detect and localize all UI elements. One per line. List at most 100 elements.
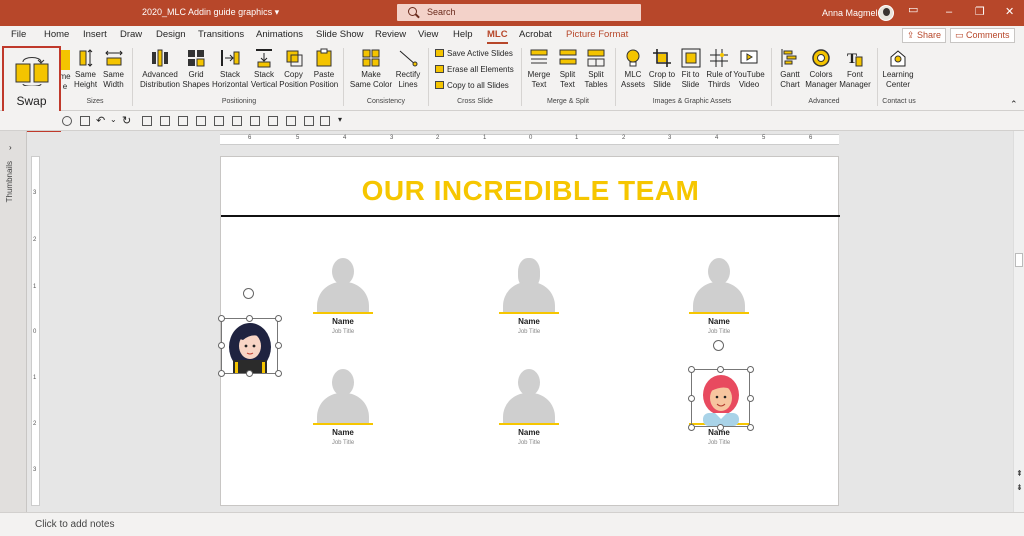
resize-handle[interactable] <box>747 366 754 373</box>
stack-horizontal-button[interactable]: Stack Horizontal <box>210 48 250 90</box>
rectify-lines-button[interactable]: Rectify Lines <box>393 48 423 90</box>
stack-vertical-button[interactable]: Stack Vertical <box>249 48 279 90</box>
user-name[interactable]: Anna Magmel <box>822 8 878 18</box>
mlc-assets-button[interactable]: MLC Assets <box>619 48 647 90</box>
group-icon[interactable] <box>286 116 296 126</box>
tab-insert[interactable]: Insert <box>83 29 107 40</box>
paste-position-button[interactable]: Paste Position <box>308 48 340 90</box>
copy-position-button[interactable]: Copy Position <box>278 48 309 90</box>
resize-handle[interactable] <box>218 370 225 377</box>
customize-toolbar-icon[interactable]: ▾ <box>338 115 342 124</box>
tab-mlc[interactable]: MLC <box>487 29 508 44</box>
tab-slide-show[interactable]: Slide Show <box>316 29 364 40</box>
undo-icon[interactable]: ↶ <box>96 114 105 127</box>
distribute-icon[interactable] <box>250 116 260 126</box>
tab-home[interactable]: Home <box>44 29 69 40</box>
same-width-button[interactable]: Same Width <box>100 48 127 90</box>
colors-manager-button[interactable]: Colors Manager <box>804 48 838 90</box>
avatar-illustration-selected[interactable] <box>221 318 278 374</box>
resize-handle[interactable] <box>275 315 282 322</box>
tab-animations[interactable]: Animations <box>256 29 303 40</box>
resize-handle[interactable] <box>688 424 695 431</box>
resize-handle[interactable] <box>246 370 253 377</box>
resize-handle[interactable] <box>688 395 695 402</box>
grid-shapes-button[interactable]: Grid Shapes <box>182 48 210 90</box>
tab-view[interactable]: View <box>418 29 438 40</box>
close-button[interactable]: ✕ <box>1005 6 1014 18</box>
circle-icon[interactable] <box>62 116 72 126</box>
tab-help[interactable]: Help <box>453 29 473 40</box>
align-center-icon[interactable] <box>160 116 170 126</box>
tab-draw[interactable]: Draw <box>120 29 142 40</box>
crop-to-slide-button[interactable]: Crop to Slide <box>647 48 677 90</box>
tab-picture-format[interactable]: Picture Format <box>566 29 628 40</box>
erase-all-elements-button[interactable]: Erase all Elements <box>435 65 514 74</box>
share-button[interactable]: ⇪ Share <box>902 28 947 43</box>
next-slide-icon[interactable]: ⇟ <box>1016 483 1023 492</box>
comments-button[interactable]: ▭ Comments <box>950 28 1015 43</box>
resize-handle[interactable] <box>747 424 754 431</box>
align-bottom-icon[interactable] <box>232 116 242 126</box>
ungroup-icon[interactable] <box>304 116 314 126</box>
notes-placeholder[interactable]: Click to add notes <box>35 519 115 530</box>
tab-transitions[interactable]: Transitions <box>198 29 244 40</box>
team-member-placeholder[interactable]: Name Job Title <box>499 369 559 459</box>
collapse-ribbon-icon[interactable]: ⌃ <box>1010 99 1018 110</box>
resize-handle[interactable] <box>688 366 695 373</box>
youtube-video-button[interactable]: YouTube Video <box>733 48 765 90</box>
rotate-handle[interactable] <box>243 288 254 299</box>
ribbon-display-icon[interactable]: ▭ <box>908 4 918 16</box>
rule-of-thirds-button[interactable]: Rule of Thirds <box>704 48 734 90</box>
resize-handle[interactable] <box>717 366 724 373</box>
team-member-placeholder[interactable]: Name Job Title <box>313 258 373 348</box>
gantt-chart-button[interactable]: Gantt Chart <box>776 48 804 90</box>
tab-file[interactable]: File <box>11 29 26 40</box>
team-member-placeholder[interactable]: Name Job Title <box>689 258 749 348</box>
slide-title[interactable]: OUR INCREDIBLE TEAM <box>221 175 840 207</box>
slide-canvas[interactable]: OUR INCREDIBLE TEAM Name Job Title Name Jo… <box>218 156 840 506</box>
align-top-icon[interactable] <box>196 116 206 126</box>
tab-design[interactable]: Design <box>156 29 186 40</box>
same-height-button[interactable]: Same Height <box>72 48 99 90</box>
align-right-icon[interactable] <box>178 116 188 126</box>
resize-handle[interactable] <box>717 424 724 431</box>
distribute-vertical-icon[interactable] <box>268 116 278 126</box>
team-member-placeholder[interactable]: Name Job Title <box>499 258 559 348</box>
team-member-placeholder[interactable]: Name Job Title <box>313 369 373 459</box>
rotate-handle[interactable] <box>713 340 724 351</box>
resize-handle[interactable] <box>246 315 253 322</box>
notes-bar[interactable]: Click to add notes <box>0 512 1024 536</box>
tab-acrobat[interactable]: Acrobat <box>519 29 552 40</box>
vertical-scrollbar[interactable]: ⇞ ⇟ <box>1013 131 1024 512</box>
copy-to-all-slides-button[interactable]: Copy to all Slides <box>435 81 509 90</box>
advanced-distribution-button[interactable]: Advanced Distribution <box>137 48 183 90</box>
arrange-icon[interactable] <box>320 116 330 126</box>
save-active-slides-button[interactable]: Save Active Slides <box>435 49 513 58</box>
resize-handle[interactable] <box>218 315 225 322</box>
split-tables-button[interactable]: Split Tables <box>582 48 610 90</box>
document-name[interactable]: 2020_MLC Addin guide graphics ▾ <box>142 7 279 18</box>
redo-icon[interactable]: ↻ <box>122 114 131 127</box>
tab-review[interactable]: Review <box>375 29 406 40</box>
search-box[interactable]: Search <box>397 4 641 21</box>
title-underline[interactable] <box>221 215 840 217</box>
resize-handle[interactable] <box>275 342 282 349</box>
fit-to-slide-button[interactable]: Fit to Slide <box>677 48 704 90</box>
thumbnails-label[interactable]: Thumbnails <box>5 161 14 202</box>
align-middle-icon[interactable] <box>214 116 224 126</box>
expand-thumbnails-icon[interactable]: › <box>9 143 12 152</box>
resize-handle[interactable] <box>218 342 225 349</box>
align-left-icon[interactable] <box>142 116 152 126</box>
save-icon[interactable] <box>80 116 90 126</box>
resize-handle[interactable] <box>747 395 754 402</box>
avatar[interactable] <box>878 5 894 21</box>
merge-text-button[interactable]: Merge Text <box>525 48 553 90</box>
avatar-illustration-selected[interactable] <box>691 369 750 427</box>
split-text-button[interactable]: Split Text <box>554 48 581 90</box>
learning-center-button[interactable]: Learning Center <box>880 48 916 90</box>
make-same-color-button[interactable]: Make Same Color <box>348 48 394 90</box>
undo-dropdown-icon[interactable]: ⌄ <box>110 115 117 124</box>
resize-handle[interactable] <box>275 370 282 377</box>
scroll-thumb[interactable] <box>1015 253 1023 267</box>
minimize-button[interactable]: – <box>946 6 952 18</box>
